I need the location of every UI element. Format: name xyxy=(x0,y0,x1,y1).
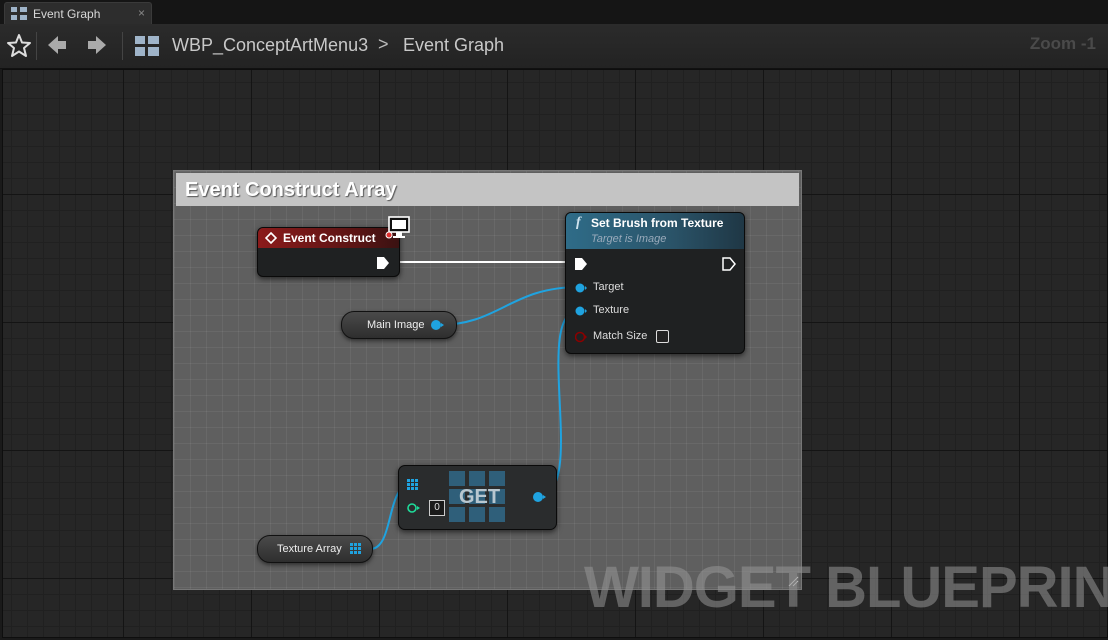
wires-layer xyxy=(369,261,581,550)
object-output-pin[interactable] xyxy=(430,319,444,331)
match-size-checkbox[interactable] xyxy=(656,330,669,343)
exec-out-pin[interactable] xyxy=(376,256,390,270)
array-get-node[interactable]: GET 0 xyxy=(398,465,557,530)
texture-pin-label: Texture xyxy=(593,304,630,316)
texture-pin[interactable] xyxy=(575,305,587,317)
exec-in-pin[interactable] xyxy=(574,257,588,271)
exec-out-pin[interactable] xyxy=(722,257,736,271)
index-input-field[interactable]: 0 xyxy=(429,500,445,516)
variable-label: Texture Array xyxy=(277,543,342,555)
blueprint-type-watermark: WIDGET BLUEPRINT xyxy=(584,555,1108,620)
variable-label: Main Image xyxy=(367,319,425,331)
target-wire[interactable] xyxy=(437,286,581,326)
array-output-pin[interactable] xyxy=(350,543,361,554)
texture-array-variable-node[interactable]: Texture Array xyxy=(257,535,373,563)
set-brush-node[interactable]: f Set Brush from Texture Target is Image… xyxy=(565,212,745,354)
object-output-pin[interactable] xyxy=(532,491,546,503)
array-input-pin[interactable] xyxy=(407,479,418,490)
match-size-label: Match Size xyxy=(593,330,648,342)
node-title: Set Brush from Texture xyxy=(591,216,724,230)
node-title: Event Construct xyxy=(283,231,376,245)
event-construct-node[interactable]: Event Construct xyxy=(257,227,400,277)
main-image-variable-node[interactable]: Main Image xyxy=(341,311,457,339)
match-size-pin[interactable] xyxy=(575,331,587,343)
monitor-icon xyxy=(385,216,410,239)
function-icon: f xyxy=(576,215,581,230)
target-pin[interactable] xyxy=(575,282,587,294)
node-subtitle: Target is Image xyxy=(591,233,667,245)
target-pin-label: Target xyxy=(593,281,624,293)
event-diamond-icon xyxy=(265,232,277,244)
get-label: GET xyxy=(459,486,501,508)
index-input-pin[interactable] xyxy=(407,502,421,514)
